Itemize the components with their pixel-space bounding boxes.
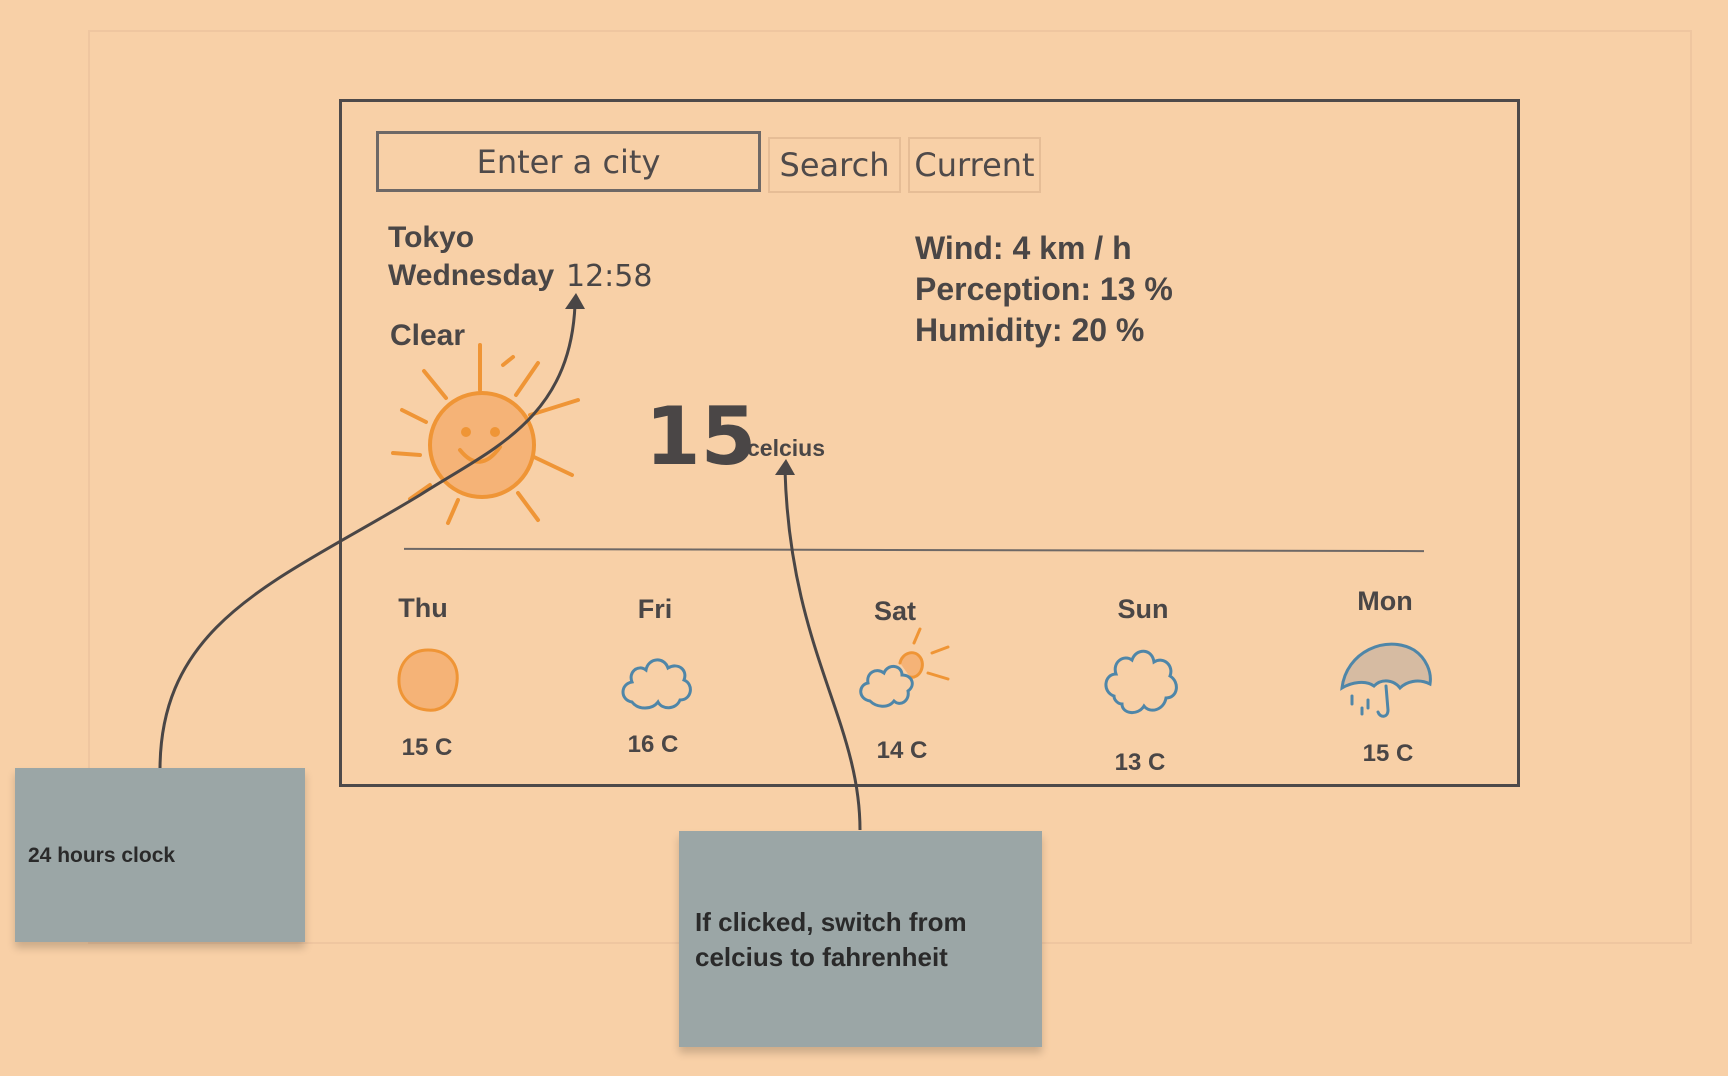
partly-cloudy-icon (859, 627, 950, 708)
current-day: Wednesday (388, 259, 555, 292)
annotation-clock-note: 24 hours clock (15, 768, 305, 942)
wind-stat: Wind: 4 km / h (915, 230, 1132, 266)
clock-note-text: 24 hours clock (28, 844, 176, 867)
current-location-button[interactable]: Current (908, 137, 1041, 193)
current-temperature: 15 (645, 390, 757, 483)
sun-icon (397, 648, 459, 712)
humidity-stat: Humidity: 20 % (915, 312, 1145, 348)
forecast-temp-sun: 13 C (1114, 749, 1166, 776)
forecast-temp-sat: 14 C (876, 737, 928, 764)
cloud-icon (1104, 649, 1178, 714)
forecast-temp-fri: 16 C (627, 731, 679, 758)
forecast-temp-thu: 15 C (401, 734, 453, 761)
forecast-day-mon: Mon (1357, 586, 1413, 616)
temperature-unit-toggle[interactable]: celcius (747, 435, 825, 462)
forecast-temp-mon: 15 C (1362, 740, 1414, 767)
current-time: 12:58 (566, 259, 653, 294)
unit-note-line-1: If clicked, switch from (695, 907, 967, 937)
cloud-icon (621, 658, 692, 710)
forecast-day-fri: Fri (637, 594, 673, 624)
smiling-sun-icon (391, 343, 580, 525)
unit-note-line-2: celcius to fahrenheit (695, 942, 948, 972)
perception-stat: Perception: 13 % (915, 271, 1173, 307)
city-name: Tokyo (388, 221, 475, 254)
rain-umbrella-icon (1340, 642, 1432, 718)
forecast-day-sun: Sun (1117, 594, 1169, 624)
search-button[interactable]: Search (768, 137, 901, 193)
forecast-day-thu: Thu (398, 593, 448, 623)
annotation-unit-note: If clicked, switch from celcius to fahre… (679, 831, 1042, 1047)
city-search-input[interactable] (376, 131, 761, 192)
